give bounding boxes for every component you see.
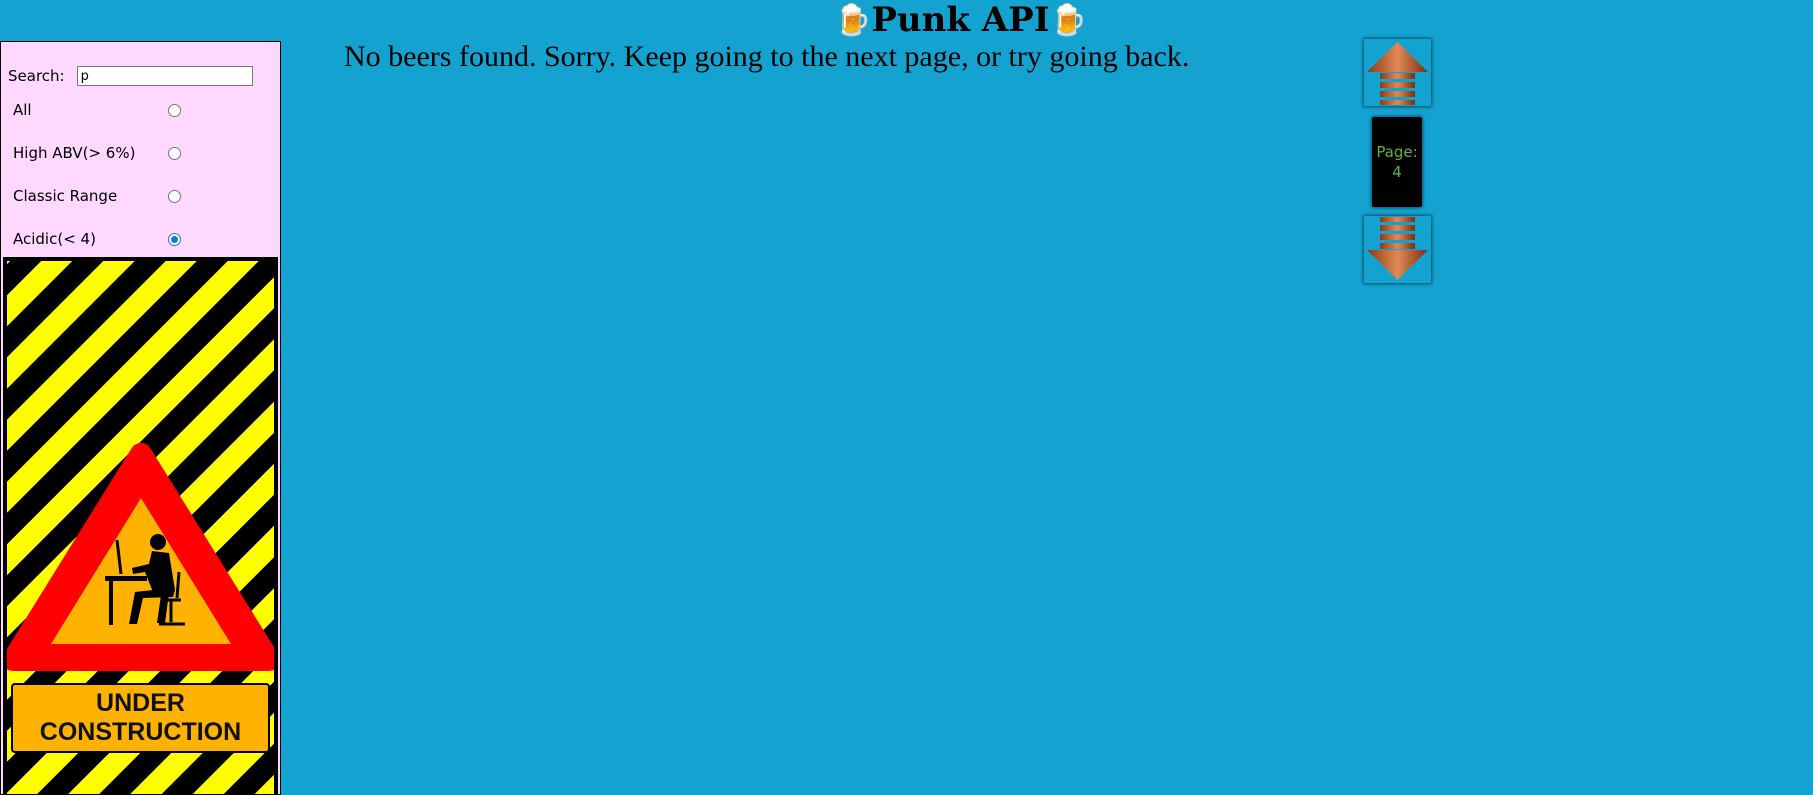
page-title: 🍺 Punk API 🍺 [834,0,1087,40]
search-label: Search: [8,67,65,85]
page-label: Page: [1376,143,1418,161]
page-number: 4 [1392,163,1402,181]
construction-warning-icon [7,443,274,671]
filter-classic-range-radio[interactable] [168,189,181,203]
under-construction-banner: UNDER CONSTRUCTION [3,257,278,794]
beer-mug-icon: 🍺 [834,2,872,38]
filter-option-all[interactable]: All [13,101,181,119]
filter-acidic-radio[interactable] [168,232,181,246]
arrow-up-icon [1367,42,1428,105]
filter-option-classic-range[interactable]: Classic Range [13,187,181,205]
filter-sidebar: Search: All High ABV(> 6%) Classic Range… [0,41,281,795]
no-results-message: No beers found. Sorry. Keep going to the… [344,40,1190,73]
filter-label: High ABV(> 6%) [13,144,136,162]
page-counter: Page: 4 [1372,117,1422,207]
arrow-down-icon [1367,217,1428,280]
filter-label: Classic Range [13,187,118,205]
search-row: Search: [8,66,253,86]
page-title-text: Punk API [871,0,1050,40]
previous-page-button[interactable] [1364,39,1431,106]
construction-text-line1: UNDER [96,689,185,717]
filter-option-high-abv[interactable]: High ABV(> 6%) [13,144,181,162]
filter-high-abv-radio[interactable] [168,146,181,160]
filter-label: Acidic(< 4) [13,230,96,248]
search-input[interactable] [76,66,253,86]
filter-option-acidic[interactable]: Acidic(< 4) [13,230,181,248]
filter-all-radio[interactable] [168,103,181,117]
next-page-button[interactable] [1364,216,1431,283]
filter-label: All [13,101,32,119]
beer-mug-icon: 🍺 [1049,2,1087,38]
construction-text-line2: CONSTRUCTION [39,718,242,746]
under-construction-sign: UNDER CONSTRUCTION [11,683,270,753]
